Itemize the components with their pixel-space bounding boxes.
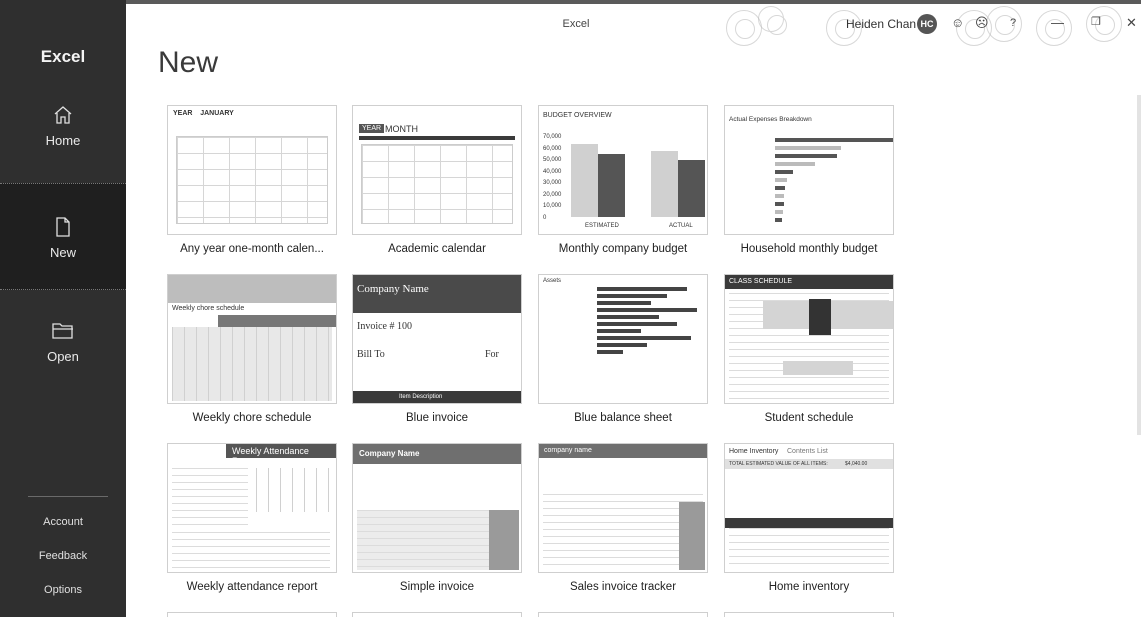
y-ticks: 70,000 60,000 50,000 40,000 30,000 20,000 1… <box>543 134 562 221</box>
sidebar-item-home[interactable]: Home <box>0 104 126 164</box>
template-caption: Student schedule <box>764 412 854 424</box>
template-card[interactable]: Assets Blue balance sheet <box>538 274 708 424</box>
thumb-text: Home Inventory <box>729 448 779 455</box>
template-card[interactable]: YEAR JANUARY Any year one-month calen... <box>167 105 337 255</box>
template-caption: Sales invoice tracker <box>569 581 677 593</box>
template-thumbnail[interactable] <box>538 612 708 617</box>
template-thumbnail: Weekly Attendance Report <box>167 443 337 573</box>
template-card[interactable]: Company Name Simple invoice <box>352 443 522 593</box>
thumb-text: YEAR <box>173 110 193 117</box>
template-caption: Monthly company budget <box>558 243 688 255</box>
template-thumbnail: BUDGET OVERVIEW 70,000 60,000 50,000 40,00… <box>538 105 708 235</box>
sidebar-item-label: Home <box>45 133 81 148</box>
calendar-grid <box>176 136 328 224</box>
close-icon[interactable]: ✕ <box>1126 15 1137 31</box>
template-caption: Any year one-month calen... <box>180 243 324 255</box>
template-card[interactable]: Weekly Attendance Report Weekly attendan… <box>167 443 337 593</box>
template-card[interactable]: BUDGET OVERVIEW 70,000 60,000 50,000 40,00… <box>538 105 708 255</box>
thumb-text: Weekly chore schedule <box>172 305 245 312</box>
thumb-text: MONTH <box>385 124 418 134</box>
template-thumbnail: Actual Expenses Breakdown <box>724 105 894 235</box>
sidebar-item-label: Open <box>47 349 79 364</box>
frown-icon[interactable]: ☹ <box>975 15 989 31</box>
sidebar-item-label: New <box>49 245 76 260</box>
template-caption: Simple invoice <box>399 581 475 593</box>
sidebar-divider <box>28 496 108 497</box>
thumb-text: company name <box>544 447 592 454</box>
thumb-text: For <box>485 349 499 360</box>
template-thumbnail: Weekly chore schedule <box>167 274 337 404</box>
thumb-text: Bill To <box>357 349 385 360</box>
template-thumbnail: Home Inventory Contents List TOTAL ESTIM… <box>724 443 894 573</box>
feedback-link[interactable]: Feedback <box>0 550 126 562</box>
template-thumbnail: YEAR MONTH <box>352 105 522 235</box>
template-caption: Weekly chore schedule <box>192 412 312 424</box>
thumb-text: Contents List <box>787 448 828 455</box>
thumb-text: Company Name <box>359 449 420 458</box>
help-icon[interactable]: ? <box>1010 17 1016 29</box>
thumb-text: CLASS SCHEDULE <box>729 278 793 285</box>
thumb-text: Invoice # 100 <box>357 321 412 332</box>
template-thumbnail: Company Name Invoice # 100 Bill To For I… <box>352 274 522 404</box>
page-title: New <box>158 46 219 79</box>
new-document-icon <box>56 217 70 237</box>
thumb-text: Weekly Attendance Report <box>232 446 309 466</box>
title-bar: Excel Heiden Chan HC ☺ ☹ ? — ❐ ✕ <box>126 0 1141 46</box>
template-card[interactable]: Weekly chore schedule Weekly chore sched… <box>167 274 337 424</box>
thumb-text: Company Name <box>357 283 429 295</box>
app-name: Excel <box>40 47 86 66</box>
template-thumbnail: Company Name <box>352 443 522 573</box>
thumb-text: ESTIMATED <box>585 223 619 229</box>
folder-icon <box>52 323 73 339</box>
template-caption: Academic calendar <box>388 243 486 255</box>
restore-icon[interactable]: ❐ <box>1091 15 1101 28</box>
avatar[interactable]: HC <box>917 14 937 34</box>
thumb-text: YEAR <box>359 124 385 133</box>
template-caption: Blue invoice <box>405 412 468 424</box>
attendance-grid <box>256 468 330 512</box>
template-caption: Household monthly budget <box>740 243 878 255</box>
thumb-text: Item Description <box>399 394 443 400</box>
thumb-text: JANUARY <box>200 110 234 117</box>
account-link[interactable]: Account <box>0 516 126 528</box>
inventory-lines <box>729 528 889 570</box>
schedule-grid <box>172 327 332 401</box>
template-card[interactable]: company name Sales invoice tracker <box>538 443 708 593</box>
smiley-icon[interactable]: ☺ <box>951 15 964 30</box>
template-card[interactable]: Actual Expenses Breakdown Household mont… <box>724 105 894 255</box>
template-thumbnail: company name <box>538 443 708 573</box>
thumb-text: BUDGET OVERVIEW <box>543 112 612 119</box>
template-card[interactable]: Home Inventory Contents List TOTAL ESTIM… <box>724 443 894 593</box>
thumb-text: $4,040.00 <box>845 461 868 467</box>
calendar-grid <box>361 144 513 224</box>
thumb-text: Assets <box>543 278 562 284</box>
template-thumbnail: Assets <box>538 274 708 404</box>
thumb-text: ACTUAL <box>669 223 693 229</box>
template-thumbnail[interactable] <box>352 612 522 617</box>
template-thumbnail[interactable] <box>724 612 894 617</box>
template-caption: Weekly attendance report <box>186 581 318 593</box>
template-caption: Blue balance sheet <box>574 412 672 424</box>
options-link[interactable]: Options <box>0 584 126 596</box>
scrollbar[interactable] <box>1137 95 1141 435</box>
sidebar-item-open[interactable]: Open <box>0 320 126 380</box>
template-thumbnail: CLASS SCHEDULE <box>724 274 894 404</box>
template-thumbnail[interactable] <box>167 612 337 617</box>
sidebar: Excel Home New Open Account Feedback Opt… <box>0 0 126 617</box>
template-card[interactable]: YEAR MONTH Academic calendar <box>352 105 522 255</box>
minimize-icon[interactable]: — <box>1051 15 1064 30</box>
home-icon <box>54 106 72 124</box>
thumb-text: TOTAL ESTIMATED VALUE OF ALL ITEMS: <box>729 461 828 467</box>
sidebar-item-new[interactable]: New <box>0 183 126 290</box>
template-card[interactable]: CLASS SCHEDULE Student schedule <box>724 274 894 424</box>
user-name[interactable]: Heiden Chan <box>846 17 916 31</box>
template-card[interactable]: Company Name Invoice # 100 Bill To For I… <box>352 274 522 424</box>
thumb-text: Actual Expenses Breakdown <box>729 116 812 123</box>
template-caption: Home inventory <box>768 581 850 593</box>
template-thumbnail: YEAR JANUARY <box>167 105 337 235</box>
